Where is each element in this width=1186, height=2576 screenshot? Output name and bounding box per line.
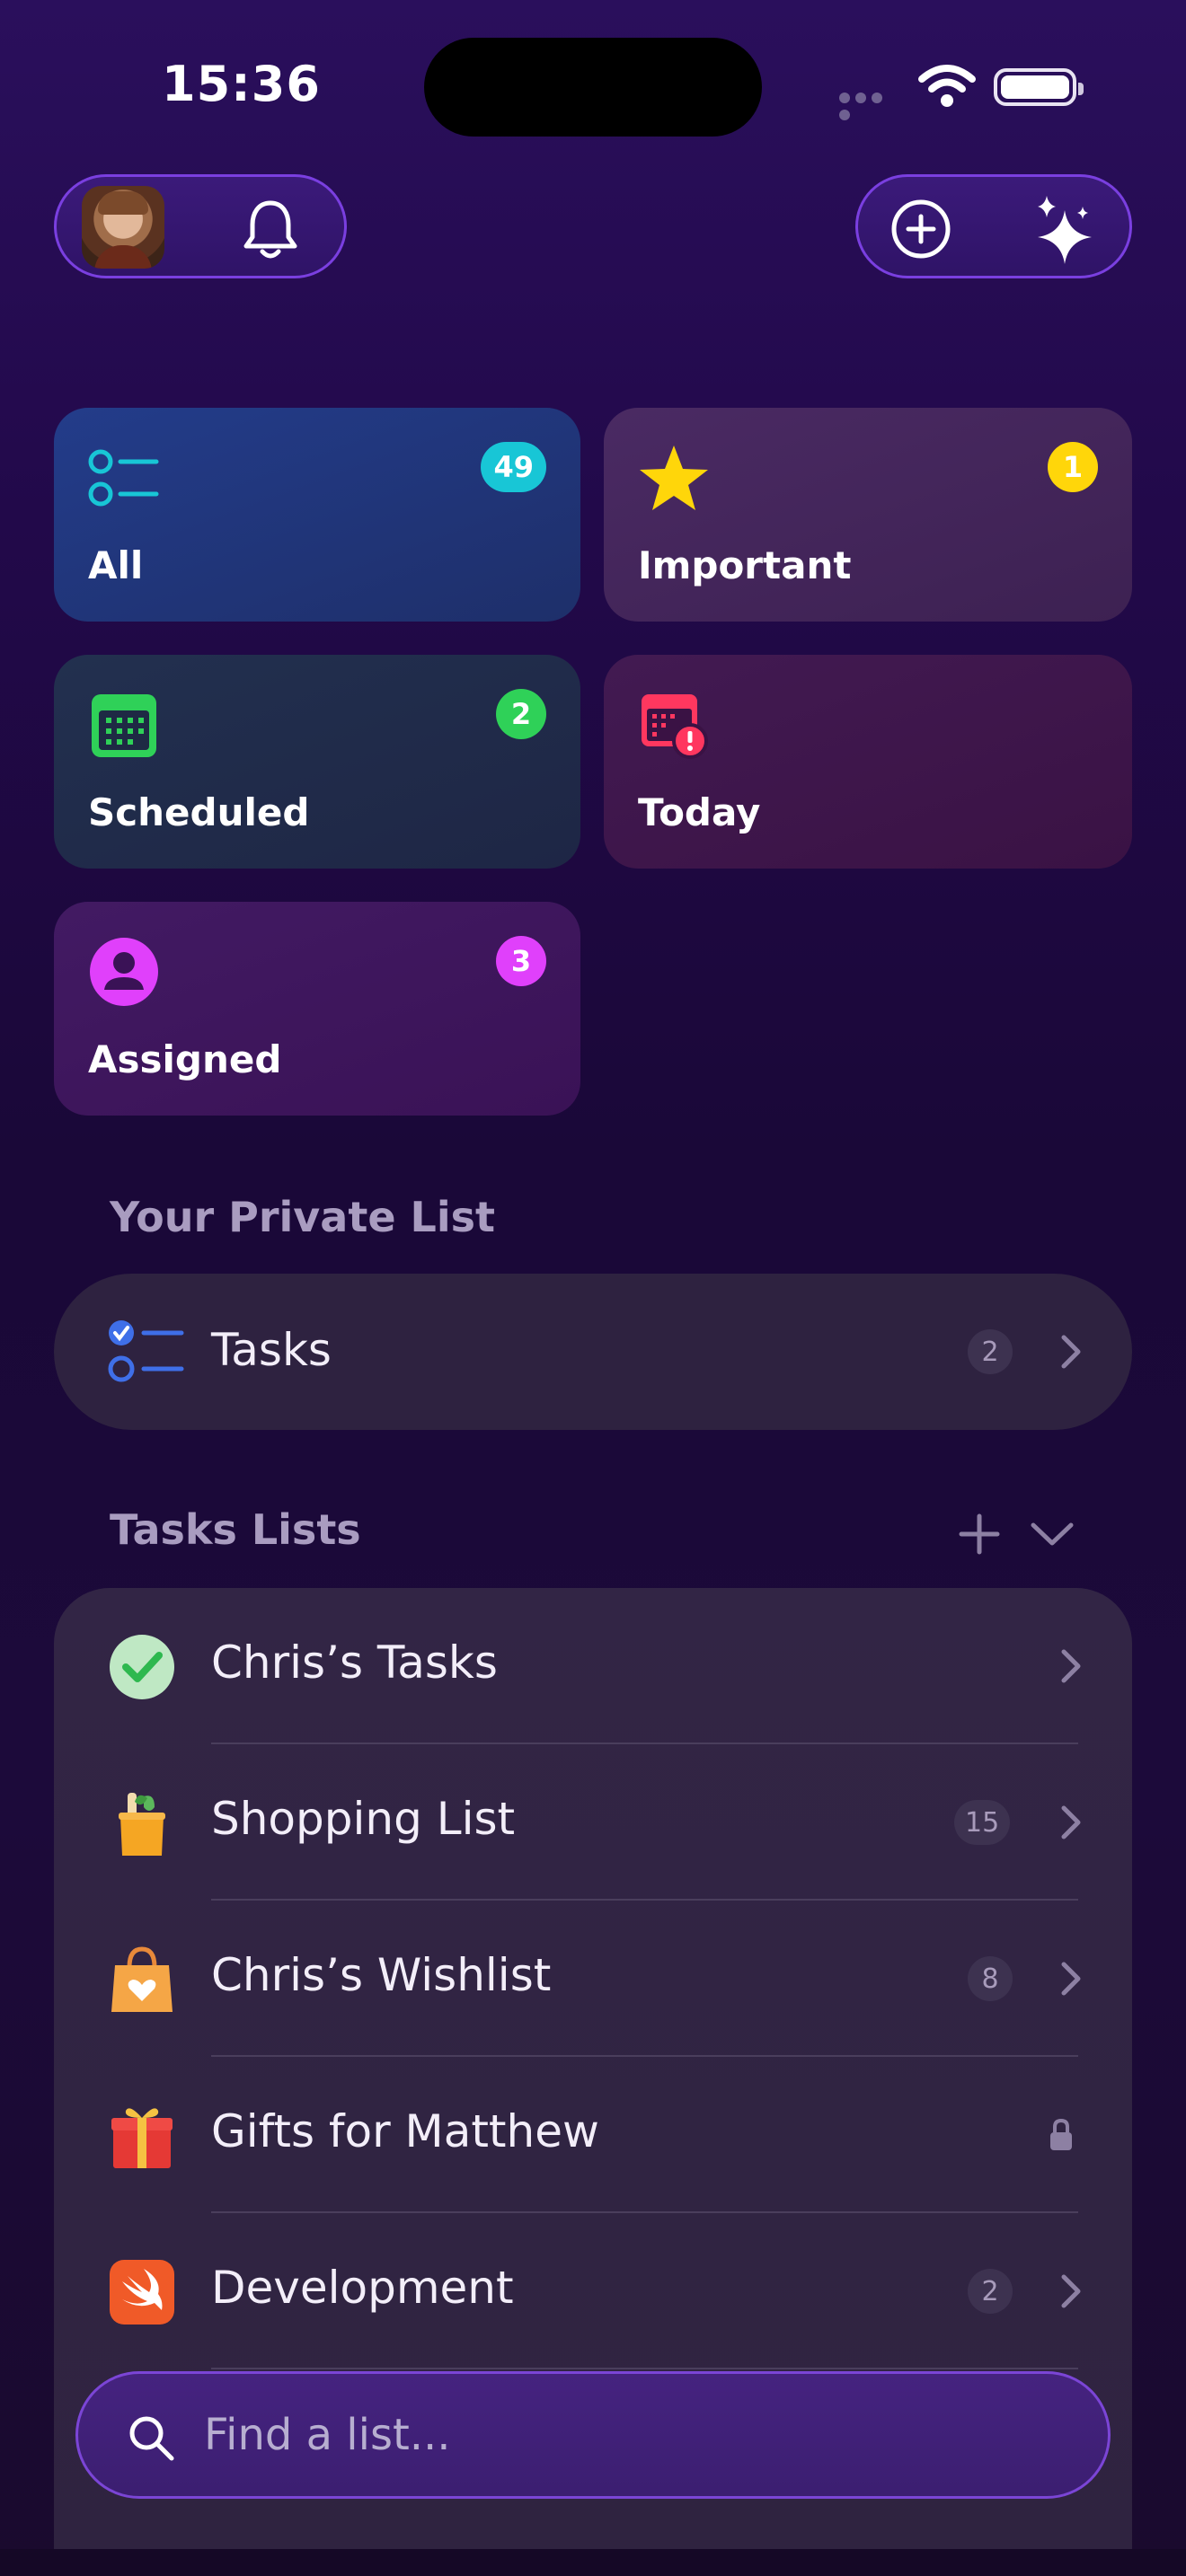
chevron-right-icon [1061, 1649, 1081, 1683]
private-list-tasks[interactable]: Tasks 2 [54, 1274, 1132, 1430]
list-item-label: Gifts for Matthew [211, 2105, 599, 2157]
search-placeholder: Find a list... [204, 2410, 451, 2460]
chevron-right-icon [1061, 1805, 1081, 1839]
list-item-label: Shopping List [211, 1793, 516, 1845]
chevron-right-icon [1061, 2274, 1081, 2308]
plus-circle-icon[interactable] [885, 193, 957, 265]
card-label: Scheduled [88, 790, 310, 834]
list-item-chris-tasks[interactable]: Chris’s Tasks [54, 1588, 1132, 1744]
checkmark-circle-icon [110, 1635, 174, 1699]
star-icon [640, 446, 708, 510]
chevron-right-icon [1061, 1335, 1081, 1369]
person-icon [90, 938, 158, 1006]
count-badge: 15 [954, 1800, 1011, 1845]
shopping-bag-icon [111, 1946, 173, 2012]
list-item-label: Chris’s Wishlist [211, 1949, 552, 2001]
count-badge: 8 [968, 1956, 1013, 2001]
count-badge: 1 [1048, 442, 1098, 492]
calendar-icon [92, 694, 156, 757]
battery-icon [994, 68, 1084, 106]
private-list-title: Your Private List [110, 1193, 495, 1241]
chevron-down-icon[interactable] [1030, 1518, 1075, 1550]
list-item-shopping-list[interactable]: Shopping List 15 [54, 1744, 1132, 1901]
card-label: Today [638, 790, 761, 834]
task-lists-title: Tasks Lists [110, 1505, 361, 1554]
card-label: All [88, 543, 144, 587]
status-time: 15:36 [162, 56, 321, 112]
list-icon [88, 449, 159, 507]
count-badge: 2 [968, 1329, 1013, 1374]
list-item-chris-wishlist[interactable]: Chris’s Wishlist 8 [54, 1901, 1132, 2057]
add-list-icon[interactable] [958, 1513, 1001, 1556]
list-item-development[interactable]: Development 2 [54, 2213, 1132, 2369]
actions-pill [855, 174, 1132, 278]
count-badge: 3 [496, 936, 546, 986]
list-item-label: Tasks [211, 1324, 332, 1376]
smart-list-assigned[interactable]: 3 Assigned [54, 902, 580, 1116]
tasks-list-icon [108, 1320, 184, 1382]
wifi-icon [918, 63, 976, 111]
gift-icon [111, 2108, 173, 2168]
list-item-label: Chris’s Tasks [211, 1636, 498, 1689]
cellular-signal-icon [839, 90, 900, 120]
sparkles-icon[interactable] [1029, 193, 1101, 265]
avatar[interactable] [82, 186, 164, 269]
search-input[interactable]: Find a list... [75, 2371, 1111, 2499]
dynamic-island [424, 38, 762, 137]
count-badge: 2 [968, 2269, 1013, 2314]
profile-notifications-pill [54, 174, 347, 278]
grocery-bag-icon [119, 1793, 165, 1856]
card-label: Assigned [88, 1037, 282, 1081]
swift-icon [110, 2260, 174, 2325]
calendar-alert-icon [642, 694, 708, 759]
card-label: Important [638, 543, 852, 587]
smart-list-scheduled[interactable]: 2 Scheduled [54, 655, 580, 869]
count-badge: 2 [496, 689, 546, 739]
search-icon [129, 2416, 174, 2461]
smart-list-all[interactable]: 49 All [54, 408, 580, 622]
bell-icon[interactable] [235, 193, 306, 265]
smart-list-today[interactable]: Today [604, 655, 1132, 869]
home-indicator-area [0, 2549, 1186, 2576]
count-badge: 49 [481, 442, 546, 492]
list-item-label: Development [211, 2262, 514, 2314]
list-item-gifts-for-matthew[interactable]: Gifts for Matthew [54, 2057, 1132, 2213]
chevron-right-icon [1061, 1962, 1081, 1996]
lock-icon [1050, 2118, 1072, 2150]
smart-list-important[interactable]: 1 Important [604, 408, 1132, 622]
